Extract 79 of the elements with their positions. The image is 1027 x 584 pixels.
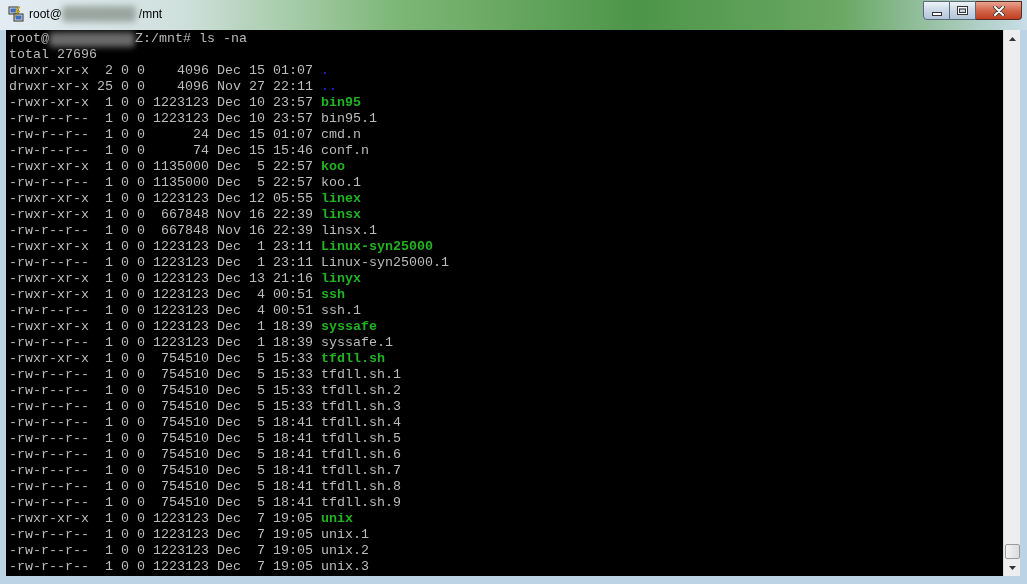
executable-name-text: Linux-syn25000 <box>320 239 433 255</box>
file-details-text: -rw-r--r-- 1 0 0 1223123 Dec 7 19:05 <box>9 543 313 559</box>
file-name-text: tfdll.sh.4 <box>320 415 401 431</box>
prompt-command-text: Z:/mnt# ls -na <box>135 31 247 47</box>
file-name-text: tfdll.sh.5 <box>320 431 401 447</box>
file-name-text: tfdll.sh.7 <box>320 463 401 479</box>
file-details-text: -rw-r--r-- 1 0 0 1223123 Dec 7 19:05 <box>9 559 313 575</box>
file-details-text: -rwxr-xr-x 1 0 0 1223123 Dec 7 19:05 <box>9 511 313 527</box>
file-name-text: syssafe.1 <box>320 335 393 351</box>
file-details-text: -rw-r--r-- 1 0 0 754510 Dec 5 18:41 <box>9 447 313 463</box>
file-name-text: linsx.1 <box>320 223 377 239</box>
file-name-text: tfdll.sh.6 <box>320 447 401 463</box>
file-name-text: cmd.n <box>320 127 361 143</box>
executable-name-text: linsx <box>320 207 361 223</box>
file-details-text: -rwxr-xr-x 1 0 0 754510 Dec 5 15:33 <box>9 351 313 367</box>
down-arrow-icon <box>1008 565 1016 570</box>
file-details-text: -rwxr-xr-x 1 0 0 667848 Nov 16 22:39 <box>9 207 313 223</box>
file-name-text: unix.1 <box>320 527 369 543</box>
executable-name-text: tfdll.sh <box>320 351 385 367</box>
file-name-text: tfdll.sh.8 <box>320 479 401 495</box>
file-name-text: bin95.1 <box>320 111 377 127</box>
file-details-text: -rw-r--r-- 1 0 0 1223123 Dec 10 23:57 <box>9 111 313 127</box>
directory-name-text: . <box>320 63 329 79</box>
file-details-text: -rw-r--r-- 1 0 0 754510 Dec 5 18:41 <box>9 479 313 495</box>
executable-name-text: bin95 <box>320 95 361 111</box>
file-details-text: -rw-r--r-- 1 0 0 754510 Dec 5 18:41 <box>9 495 313 511</box>
file-details-text: -rw-r--r-- 1 0 0 24 Dec 15 01:07 <box>9 127 313 143</box>
file-details-text: -rwxr-xr-x 1 0 0 1223123 Dec 1 23:11 <box>9 239 313 255</box>
scroll-thumb[interactable] <box>1004 544 1020 559</box>
file-details-text: -rw-r--r-- 1 0 0 1135000 Dec 5 22:57 <box>9 175 313 191</box>
file-details-text: -rwxr-xr-x 1 0 0 1135000 Dec 5 22:57 <box>9 159 313 175</box>
file-name-text: ssh.1 <box>320 303 361 319</box>
file-details-text: -rw-r--r-- 1 0 0 754510 Dec 5 15:33 <box>9 367 313 383</box>
executable-name-text: ssh <box>320 287 345 303</box>
file-details-text: -rw-r--r-- 1 0 0 1223123 Dec 1 23:11 <box>9 255 313 271</box>
file-name-text: tfdll.sh.3 <box>320 399 401 415</box>
file-details-text: -rw-r--r-- 1 0 0 1223123 Dec 4 00:51 <box>9 303 313 319</box>
file-name-text: koo.1 <box>320 175 361 191</box>
file-name-text: conf.n <box>320 143 369 159</box>
file-details-text: -rw-r--r-- 1 0 0 74 Dec 15 15:46 <box>9 143 313 159</box>
file-details-text: -rw-r--r-- 1 0 0 667848 Nov 16 22:39 <box>9 223 313 239</box>
title-path-text: /mnt <box>138 7 163 22</box>
file-details-text: -rw-r--r-- 1 0 0 1223123 Dec 7 19:05 <box>9 527 313 543</box>
executable-name-text: syssafe <box>320 319 377 335</box>
file-details-text: -rwxr-xr-x 1 0 0 1223123 Dec 4 00:51 <box>9 287 313 303</box>
file-details-text: -rwxr-xr-x 1 0 0 1223123 Dec 10 23:57 <box>9 95 313 111</box>
maximize-button[interactable] <box>950 1 976 20</box>
minimize-icon <box>931 11 942 16</box>
file-name-text: Linux-syn25000.1 <box>320 255 449 271</box>
maximize-icon <box>957 6 968 15</box>
executable-name-text: linyx <box>320 271 361 287</box>
file-name-text: tfdll.sh.9 <box>320 495 401 511</box>
prompt-user-text: root@ <box>9 31 49 47</box>
file-details-text: -rwxr-xr-x 1 0 0 1223123 Dec 13 21:16 <box>9 271 313 287</box>
file-details-text: drwxr-xr-x 2 0 0 4096 Dec 15 01:07 <box>9 63 313 79</box>
file-details-text: -rwxr-xr-x 1 0 0 1223123 Dec 1 18:39 <box>9 319 313 335</box>
computer-icon <box>8 6 24 22</box>
executable-name-text: unix <box>320 511 353 527</box>
executable-name-text: linex <box>320 191 361 207</box>
close-icon <box>992 5 1005 16</box>
file-details-text: -rwxr-xr-x 1 0 0 1223123 Dec 12 05:55 <box>9 191 313 207</box>
file-details-text: -rw-r--r-- 1 0 0 754510 Dec 5 15:33 <box>9 383 313 399</box>
file-details-text: -rw-r--r-- 1 0 0 754510 Dec 5 15:33 <box>9 399 313 415</box>
file-details-text: -rw-r--r-- 1 0 0 1223123 Dec 1 18:39 <box>9 335 313 351</box>
file-name-text: tfdll.sh.1 <box>320 367 401 383</box>
directory-name-text: .. <box>320 79 337 95</box>
file-details-text: -rw-r--r-- 1 0 0 754510 Dec 5 18:41 <box>9 415 313 431</box>
executable-name-text: koo <box>320 159 345 175</box>
file-details-text: drwxr-xr-x 25 0 0 4096 Nov 27 22:11 <box>9 79 313 95</box>
minimize-button[interactable] <box>923 1 950 20</box>
file-name-text: unix.2 <box>320 543 369 559</box>
file-name-text: unix.3 <box>320 559 369 575</box>
title-user-text: root@ <box>29 7 62 22</box>
total-text: total 27696 <box>9 47 97 62</box>
up-arrow-icon <box>1008 36 1016 41</box>
file-name-text: tfdll.sh.2 <box>320 383 401 399</box>
file-details-text: -rw-r--r-- 1 0 0 754510 Dec 5 18:41 <box>9 463 313 479</box>
close-button[interactable] <box>976 1 1022 20</box>
file-details-text: -rw-r--r-- 1 0 0 754510 Dec 5 18:41 <box>9 431 313 447</box>
